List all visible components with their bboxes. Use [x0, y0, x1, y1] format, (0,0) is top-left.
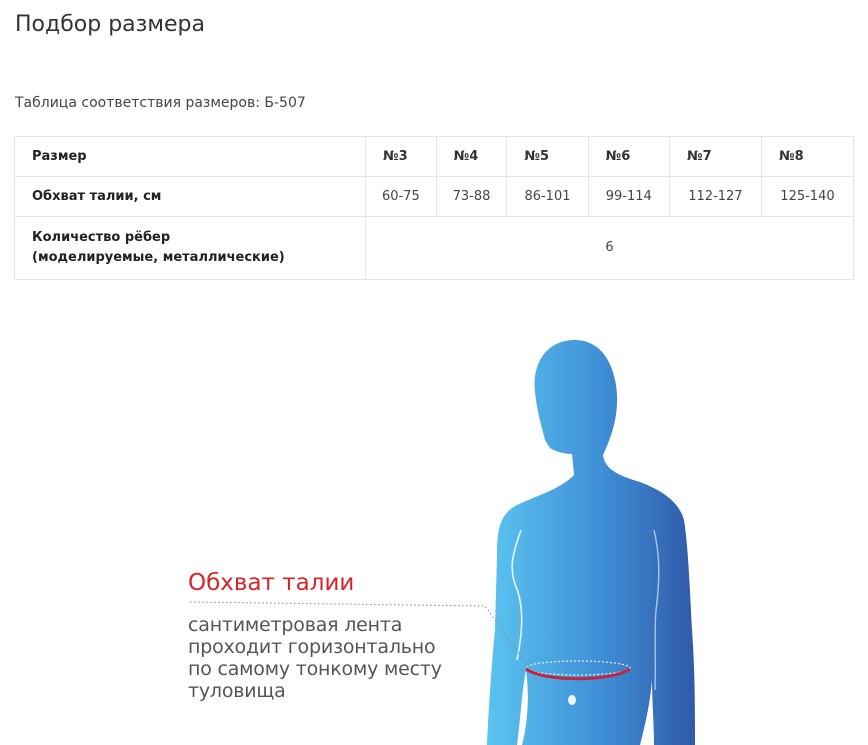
table-row-sizes: Размер №3 №4 №5 №6 №7 №8	[14, 136, 855, 177]
waist-instruction-line-4: туловища	[188, 680, 286, 702]
size-no4: №4	[435, 136, 508, 177]
table-row-ribs: Количество рёбер (моделируемые, металлич…	[14, 216, 854, 280]
waist-value-no5: 86-101	[506, 176, 589, 217]
size-header-label: Размер	[14, 136, 366, 177]
size-no7: №7	[668, 136, 762, 177]
size-no5: №5	[506, 136, 589, 177]
waist-measure-title: Обхват талии	[188, 570, 355, 596]
waist-value-no4: 73-88	[435, 176, 508, 217]
ribs-value: 6	[365, 216, 854, 280]
ribs-label-line2: (моделируемые, металлические)	[32, 250, 285, 265]
waist-measurement-illustration: Обхват талии сантиметровая лента проходи…	[0, 330, 868, 745]
size-no3: №3	[365, 136, 437, 177]
ribs-label-line1: Количество рёбер	[32, 230, 171, 245]
waist-value-no6: 99-114	[587, 176, 670, 217]
waist-label: Обхват талии, см	[14, 176, 366, 217]
page-title: Подбор размера	[15, 12, 205, 37]
ribs-label: Количество рёбер (моделируемые, металлич…	[14, 216, 366, 280]
size-table: Размер №3 №4 №5 №6 №7 №8 Обхват талии, с…	[14, 136, 855, 280]
navel	[568, 695, 576, 705]
table-caption: Таблица соответствия размеров: Б-507	[15, 95, 306, 111]
size-no8: №8	[760, 136, 855, 177]
waist-instruction-line-1: сантиметровая лента	[188, 614, 403, 636]
waist-value-no3: 60-75	[365, 176, 437, 217]
table-row-waist: Обхват талии, см 60-75 73-88 86-101 99-1…	[14, 176, 855, 217]
size-no6: №6	[587, 136, 670, 177]
waist-instruction-line-2: проходит горизонтально	[188, 636, 436, 658]
torso-silhouette	[487, 340, 695, 745]
waist-value-no7: 112-127	[668, 176, 762, 217]
torso-figure	[189, 340, 695, 745]
waist-instruction-line-3: по самому тонкому месту	[188, 658, 442, 680]
waist-value-no8: 125-140	[760, 176, 855, 217]
